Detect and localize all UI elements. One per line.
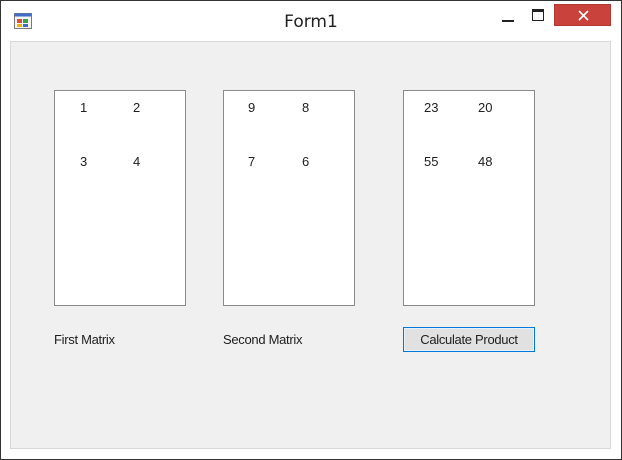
result-matrix-cell: 55	[424, 154, 439, 169]
result-matrix-cell: 23	[424, 100, 439, 115]
first-matrix-cell[interactable]: 2	[133, 100, 140, 115]
second-matrix-cell[interactable]: 8	[302, 100, 309, 115]
maximize-button[interactable]	[525, 5, 551, 27]
second-matrix-panel[interactable]: 9 8 7 6	[223, 90, 355, 306]
first-matrix-label: First Matrix	[54, 332, 115, 347]
second-matrix-cell[interactable]: 7	[248, 154, 255, 169]
result-matrix-cell: 20	[478, 100, 493, 115]
first-matrix-cell[interactable]: 1	[80, 100, 87, 115]
close-icon	[578, 10, 589, 21]
second-matrix-label: Second Matrix	[223, 332, 303, 347]
result-matrix-cell: 48	[478, 154, 493, 169]
minimize-button[interactable]	[495, 5, 521, 27]
result-matrix-panel[interactable]: 23 20 55 48	[403, 90, 535, 306]
calculate-product-button[interactable]: Calculate Product	[403, 327, 535, 352]
first-matrix-cell[interactable]: 4	[133, 154, 140, 169]
close-button[interactable]	[554, 4, 611, 26]
first-matrix-cell[interactable]: 3	[80, 154, 87, 169]
title-bar[interactable]: Form1	[1, 1, 621, 41]
second-matrix-cell[interactable]: 9	[248, 100, 255, 115]
second-matrix-cell[interactable]: 6	[302, 154, 309, 169]
first-matrix-panel[interactable]: 1 2 3 4	[54, 90, 186, 306]
